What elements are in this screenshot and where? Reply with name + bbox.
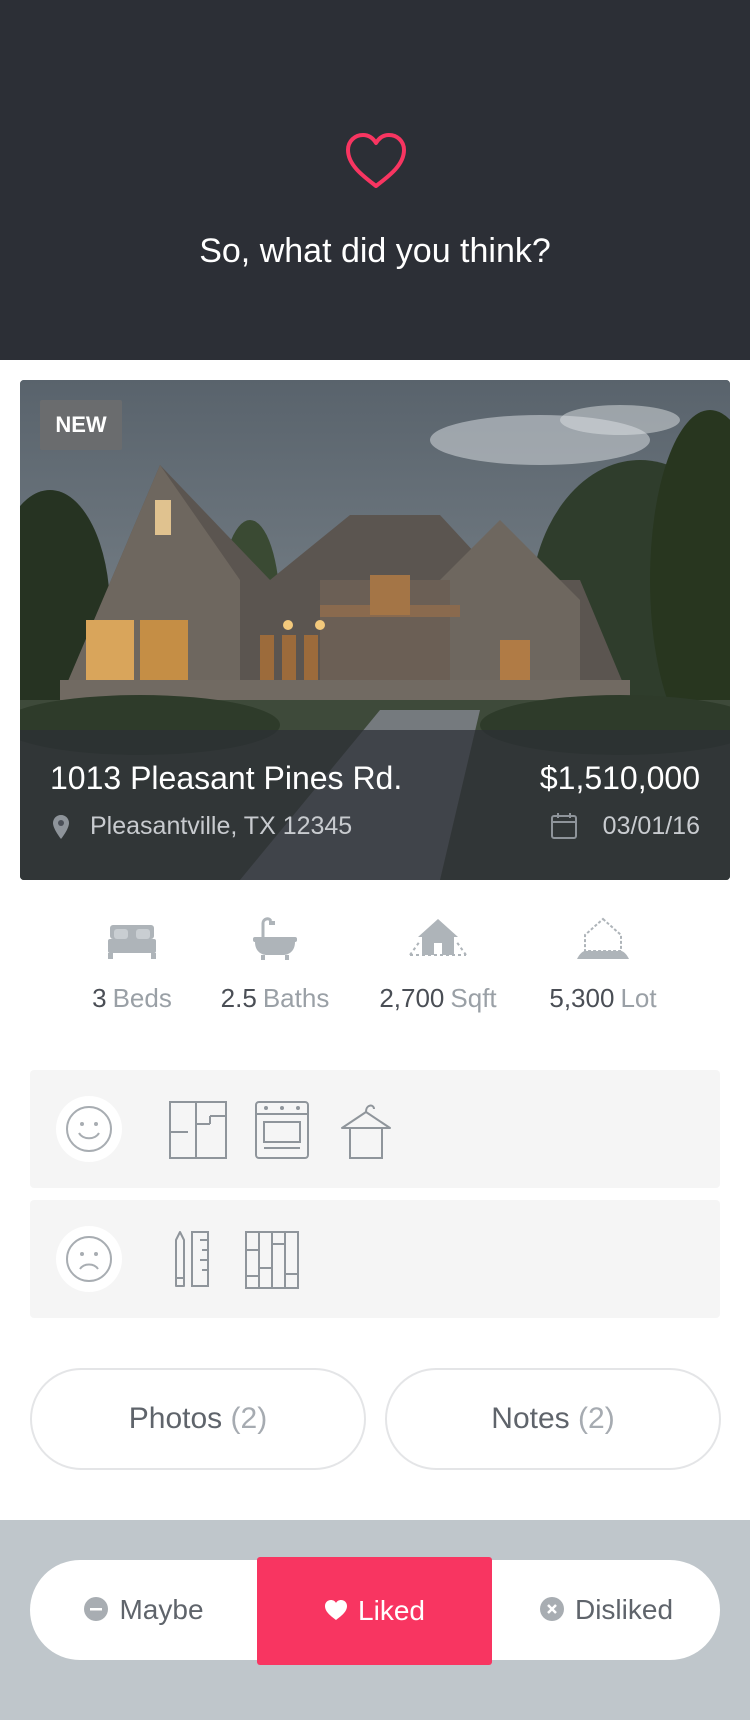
bathtub-icon: [253, 917, 297, 960]
baths-unit: Baths: [262, 983, 330, 1013]
listing-city: Pleasantville, TX 12345: [90, 812, 353, 840]
frown-icon: [66, 1236, 112, 1282]
photos-count: (2): [230, 1402, 268, 1435]
stat-baths: 2.5 Baths: [190, 915, 360, 1025]
stat-sqft: 2,700 Sqft: [353, 915, 523, 1025]
notes-button[interactable]: Notes (2): [385, 1368, 721, 1470]
lot-value: 5,300: [549, 983, 615, 1013]
smiley-icon: [66, 1106, 112, 1152]
x-circle-icon: [539, 1596, 564, 1621]
heart-filled-icon: [325, 1599, 348, 1620]
liked-button[interactable]: Liked: [257, 1557, 492, 1665]
baths-value: 2.5: [220, 983, 257, 1013]
house-sqft-icon: [409, 919, 467, 956]
listing-date: 03/01/16: [602, 812, 700, 840]
disliked-button[interactable]: Disliked: [492, 1560, 720, 1660]
listing-card[interactable]: NEW 1013 Pleasant Pines Rd. $1,510,000 P…: [20, 380, 730, 880]
sqft-unit: Sqft: [450, 983, 497, 1013]
closet-hanger-icon[interactable]: [334, 1098, 398, 1162]
feedback-prompt: So, what did you think?: [199, 232, 551, 270]
flooring-icon[interactable]: [240, 1228, 304, 1292]
floor-plan-icon[interactable]: [166, 1098, 230, 1162]
disliked-label: Disliked: [574, 1594, 674, 1625]
dislikes-row[interactable]: [30, 1200, 720, 1318]
location-pin-icon: [53, 815, 69, 839]
feedback-header: So, what did you think?: [0, 0, 750, 360]
notes-label: Notes: [491, 1402, 570, 1435]
listing-price: $1,510,000: [539, 760, 700, 796]
new-badge: NEW: [40, 400, 122, 450]
listing-address: 1013 Pleasant Pines Rd.: [50, 760, 403, 796]
bed-icon: [108, 925, 156, 959]
likes-row[interactable]: [30, 1070, 720, 1188]
minus-circle-icon: [84, 1596, 109, 1621]
maybe-button[interactable]: Maybe: [30, 1560, 257, 1660]
property-stats: 3 Beds 2.5 Baths 2,700 Sqft 5,300 Lot: [0, 915, 750, 1025]
oven-icon[interactable]: [250, 1098, 314, 1162]
photos-label: Photos: [128, 1402, 223, 1435]
beds-value: 3: [92, 983, 107, 1013]
lot-unit: Lot: [620, 983, 657, 1013]
lot-icon: [577, 917, 629, 959]
notes-count: (2): [578, 1402, 615, 1435]
heart-outline-icon: [346, 133, 406, 188]
beds-unit: Beds: [112, 983, 172, 1013]
likes-mood: [56, 1096, 122, 1162]
dislikes-mood: [56, 1226, 122, 1292]
liked-label: Liked: [358, 1595, 425, 1626]
photos-button[interactable]: Photos (2): [30, 1368, 366, 1470]
sqft-value: 2,700: [379, 983, 445, 1013]
measure-pencil-ruler-icon[interactable]: [166, 1228, 230, 1292]
calendar-icon: [551, 813, 577, 839]
maybe-label: Maybe: [119, 1594, 204, 1625]
listing-overlay: [20, 730, 730, 880]
stat-lot: 5,300 Lot: [518, 915, 688, 1025]
